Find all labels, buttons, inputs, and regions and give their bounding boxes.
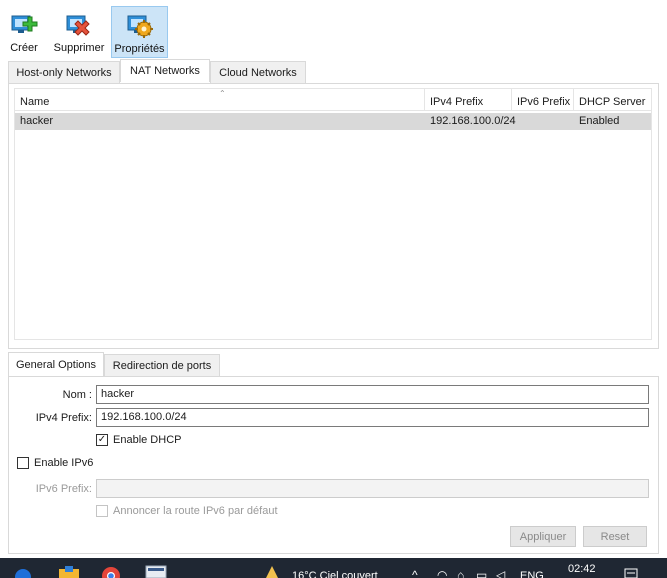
input-language[interactable]: ENG: [520, 570, 544, 578]
windows-start-icon[interactable]: [14, 568, 32, 578]
checkmark-icon: ✓: [96, 434, 108, 446]
weather-text[interactable]: 16°C Ciel couvert: [292, 570, 378, 578]
announce-ipv6-route-checkbox[interactable]: Annoncer la route IPv6 par défaut: [96, 505, 278, 517]
ipv6-prefix-label: IPv6 Prefix:: [35, 483, 92, 495]
table-header: Name ⌃ IPv4 Prefix IPv6 Prefix DHCP Serv…: [15, 89, 651, 111]
nat-networks-table[interactable]: Name ⌃ IPv4 Prefix IPv6 Prefix DHCP Serv…: [14, 88, 652, 340]
tab-port-forwarding[interactable]: Redirection de ports: [104, 354, 220, 376]
clock-time[interactable]: 02:42: [568, 563, 596, 575]
table-row[interactable]: hacker 192.168.100.0/24 Enabled: [15, 113, 651, 130]
column-header-ipv6[interactable]: IPv6 Prefix: [512, 89, 574, 111]
name-field[interactable]: hacker: [96, 385, 649, 404]
delete-button-label: Supprimer: [53, 42, 105, 54]
enable-ipv6-checkbox[interactable]: Enable IPv6: [17, 457, 93, 469]
windows-taskbar: 16°C Ciel couvert ^ ◠ ⌂ ▭ ◁ ENG 02:42: [0, 558, 667, 578]
apply-button[interactable]: Appliquer: [510, 526, 576, 547]
weather-icon[interactable]: [262, 564, 282, 578]
delete-network-icon: [66, 15, 90, 36]
file-explorer-icon[interactable]: [58, 566, 80, 578]
create-network-icon: [11, 15, 38, 33]
name-label: Nom :: [62, 389, 92, 401]
cell-dhcp-server: Enabled: [579, 115, 620, 127]
properties-gear-icon: [127, 15, 153, 38]
enable-ipv6-label: Enable IPv6: [34, 457, 94, 469]
tab-cloud-networks[interactable]: Cloud Networks: [210, 61, 306, 83]
ipv4-prefix-field[interactable]: 192.168.100.0/24: [96, 408, 649, 427]
tab-nat-networks[interactable]: NAT Networks: [120, 59, 210, 82]
show-hidden-icons-chevron-icon[interactable]: ^: [412, 568, 418, 578]
network-status-icon[interactable]: ◠: [437, 568, 447, 578]
create-button[interactable]: Créer: [4, 6, 44, 58]
volume-icon[interactable]: ◁: [496, 568, 505, 578]
display-icon[interactable]: ▭: [476, 568, 487, 578]
properties-button[interactable]: Propriétés: [111, 6, 168, 58]
create-button-label: Créer: [10, 42, 38, 54]
tab-host-only-networks[interactable]: Host-only Networks: [8, 61, 120, 83]
column-header-ipv4[interactable]: IPv4 Prefix: [425, 89, 512, 111]
sort-ascending-icon: ⌃: [219, 89, 226, 98]
enable-dhcp-label: Enable DHCP: [113, 434, 182, 446]
notifications-icon[interactable]: [624, 568, 638, 578]
enable-dhcp-checkbox[interactable]: ✓ Enable DHCP: [96, 434, 181, 446]
column-header-dhcp[interactable]: DHCP Server: [574, 89, 653, 111]
cell-name: hacker: [20, 115, 54, 127]
ipv4-prefix-label: IPv4 Prefix:: [35, 412, 92, 424]
delete-button[interactable]: Supprimer: [50, 6, 108, 58]
virtualbox-icon[interactable]: [145, 565, 167, 578]
chrome-icon[interactable]: [101, 566, 121, 578]
reset-button[interactable]: Reset: [583, 526, 647, 547]
toolbar: Créer Supprimer Propriétés: [0, 0, 667, 60]
tab-general-options[interactable]: General Options: [8, 352, 104, 376]
column-header-name-label: Name: [20, 96, 50, 108]
cell-ipv6-prefix: [512, 113, 574, 130]
announce-ipv6-route-label: Annoncer la route IPv6 par défaut: [113, 505, 278, 517]
unchecked-box-icon: [17, 457, 29, 469]
onedrive-icon[interactable]: ⌂: [457, 568, 464, 578]
properties-button-label: Propriétés: [114, 43, 165, 55]
ipv6-prefix-field[interactable]: [96, 479, 649, 498]
unchecked-box-icon: [96, 505, 108, 517]
cell-ipv4-prefix: 192.168.100.0/24: [430, 115, 516, 127]
